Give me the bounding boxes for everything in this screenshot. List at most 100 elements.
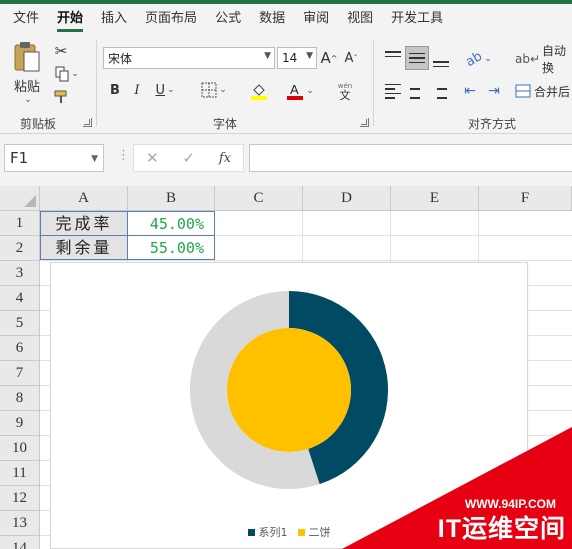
legend-item-series1: 系列1: [247, 524, 288, 540]
chart-legend[interactable]: 系列1 二饼: [51, 524, 527, 540]
row-header-11[interactable]: 11: [0, 461, 40, 486]
row-header-2[interactable]: 2: [0, 236, 40, 261]
font-launcher-icon[interactable]: [360, 118, 369, 127]
tab-review[interactable]: 审阅: [294, 5, 338, 33]
font-name-select[interactable]: 宋体 ▼: [103, 47, 275, 69]
insert-function-button[interactable]: fx: [219, 151, 231, 166]
paste-label: 粘贴: [13, 79, 40, 95]
tab-file[interactable]: 文件: [4, 5, 48, 33]
increase-indent-icon: ⇥: [488, 83, 500, 99]
font-color-button[interactable]: A ⌄: [283, 80, 317, 102]
ribbon-tabs: 文件 开始 插入 页面布局 公式 数据 审阅 视图 开发工具: [0, 4, 572, 34]
ribbon: 粘贴 ⌄ ✂ ⌄ 剪贴板 宋体 ▼ 14 ▼ A ^ Aˇ B I U ⌄ ⌄ A: [0, 34, 572, 134]
chevron-down-icon: ⌄: [24, 94, 32, 105]
align-right-button[interactable]: [429, 80, 449, 102]
shrink-font-icon: A: [344, 50, 354, 66]
cut-button[interactable]: ✂: [52, 42, 70, 60]
align-center-button[interactable]: [405, 80, 425, 102]
column-header-c[interactable]: C: [215, 186, 303, 211]
tab-insert[interactable]: 插入: [92, 5, 136, 33]
tab-page-layout[interactable]: 页面布局: [136, 5, 206, 33]
paste-button[interactable]: 粘贴 ⌄: [8, 38, 46, 106]
tab-home[interactable]: 开始: [48, 5, 92, 33]
fill-bucket-icon: [251, 84, 267, 100]
doughnut-chart[interactable]: 系列1 二饼: [50, 262, 528, 549]
merge-center-label: 合并后: [534, 84, 571, 99]
cell-b1[interactable]: 45.00%: [127, 211, 215, 236]
shrink-font-button[interactable]: Aˇ: [342, 48, 360, 68]
increase-indent-button[interactable]: ⇥: [484, 80, 504, 102]
decrease-indent-button[interactable]: ⇤: [460, 80, 480, 102]
row-header-7[interactable]: 7: [0, 361, 40, 386]
row-header-8[interactable]: 8: [0, 386, 40, 411]
chart-plot-area: [190, 291, 388, 489]
column-header-e[interactable]: E: [391, 186, 479, 211]
wrap-text-label: 自动换: [542, 44, 567, 75]
tab-view[interactable]: 视图: [338, 5, 382, 33]
align-left-button[interactable]: [383, 80, 403, 102]
text-orientation-icon: ab: [463, 48, 485, 70]
fill-color-button[interactable]: [242, 80, 276, 102]
row-header-9[interactable]: 9: [0, 411, 40, 436]
chevron-down-icon: ⌄: [484, 54, 492, 64]
cell-b2[interactable]: 55.00%: [127, 235, 215, 260]
align-top-button[interactable]: [383, 48, 403, 70]
bold-button[interactable]: B: [107, 80, 123, 100]
clipboard-group-label: 剪贴板: [20, 117, 57, 131]
tab-data[interactable]: 数据: [250, 5, 294, 33]
decrease-indent-icon: ⇤: [464, 83, 476, 99]
align-middle-button[interactable]: [405, 46, 429, 70]
row-header-12[interactable]: 12: [0, 486, 40, 511]
column-header-d[interactable]: D: [303, 186, 391, 211]
row-header-1[interactable]: 1: [0, 211, 40, 236]
wrap-text-button[interactable]: ab↵ 自动换: [515, 44, 572, 75]
formula-input[interactable]: [249, 144, 572, 172]
row-header-4[interactable]: 4: [0, 286, 40, 311]
chevron-down-icon: ⌄: [219, 85, 227, 95]
format-painter-button[interactable]: [52, 88, 70, 106]
select-all-button[interactable]: [0, 186, 40, 211]
italic-button[interactable]: I: [129, 80, 145, 100]
column-header-f[interactable]: F: [479, 186, 572, 211]
format-painter-icon: [54, 90, 67, 103]
row-header-3[interactable]: 3: [0, 261, 40, 286]
formula-buttons: ✕ ✓ fx: [133, 144, 244, 172]
phonetic-button[interactable]: wén 文: [330, 78, 360, 104]
cell-a2[interactable]: 剩余量: [40, 235, 128, 260]
cancel-button[interactable]: ✕: [146, 149, 159, 167]
clipboard-launcher-icon[interactable]: [83, 118, 92, 127]
chevron-down-icon: ▼: [306, 51, 313, 61]
group-separator: [373, 40, 374, 126]
row-header-13[interactable]: 13: [0, 511, 40, 536]
wrap-text-icon: ab↵: [515, 52, 541, 66]
row-header-10[interactable]: 10: [0, 436, 40, 461]
grow-font-icon: A: [320, 49, 331, 67]
column-header-a[interactable]: A: [40, 186, 128, 211]
enter-button[interactable]: ✓: [182, 149, 195, 167]
legend-label: 系列1: [258, 526, 288, 539]
align-bottom-icon: [433, 51, 449, 67]
inner-pie-slice[interactable]: [227, 328, 351, 452]
underline-button[interactable]: U ⌄: [151, 80, 179, 100]
column-header-b[interactable]: B: [128, 186, 215, 211]
row-header-14[interactable]: 14: [0, 536, 40, 549]
copy-button[interactable]: ⌄: [52, 65, 82, 83]
grow-font-button[interactable]: A ^: [320, 48, 338, 68]
row-header-5[interactable]: 5: [0, 311, 40, 336]
font-size-select[interactable]: 14 ▼: [277, 47, 317, 69]
tab-developer[interactable]: 开发工具: [382, 5, 452, 33]
align-bottom-button[interactable]: [431, 48, 451, 70]
merge-cells-icon: [515, 84, 531, 98]
name-box[interactable]: F1 ▼: [4, 144, 104, 172]
borders-button[interactable]: ⌄: [196, 80, 232, 100]
cell-a1[interactable]: 完成率: [40, 211, 128, 236]
tab-formulas[interactable]: 公式: [206, 5, 250, 33]
drag-handle-icon[interactable]: ⋮: [117, 148, 130, 163]
merge-center-button[interactable]: 合并后: [515, 80, 572, 102]
align-middle-icon: [409, 52, 425, 64]
orientation-button[interactable]: ab ⌄: [462, 48, 496, 70]
legend-swatch: [247, 528, 255, 536]
chevron-down-icon: ⌄: [71, 69, 79, 79]
font-color-icon: A: [287, 82, 304, 100]
row-header-6[interactable]: 6: [0, 336, 40, 361]
